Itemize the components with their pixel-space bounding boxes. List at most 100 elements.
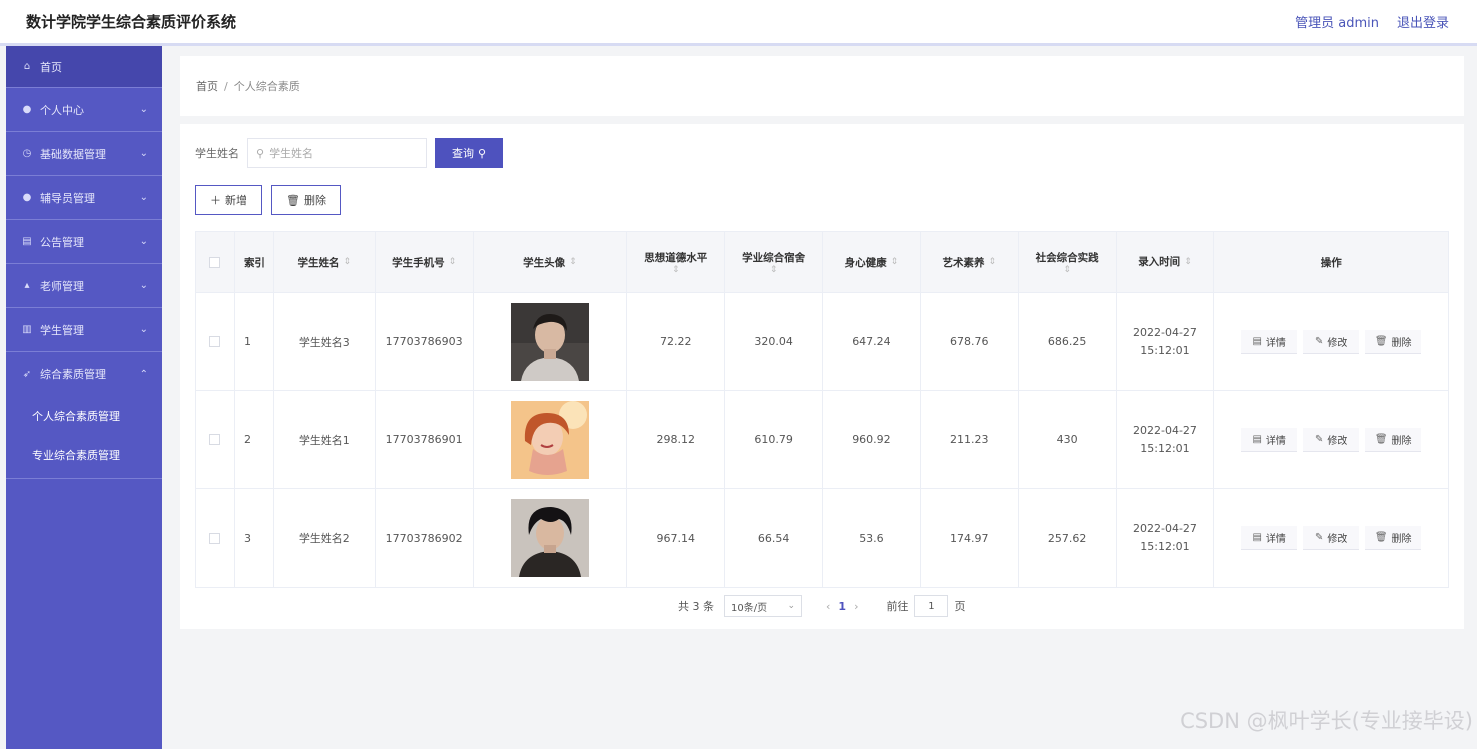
- delete-label: 删除: [1391, 435, 1412, 447]
- sidebar-item-quality[interactable]: ➶ 综合素质管理 ⌃: [6, 352, 162, 396]
- detail-button[interactable]: ▤ 详情: [1241, 329, 1298, 354]
- cell-moral: 72.22: [627, 293, 726, 390]
- sidebar-item-notice[interactable]: ▤ 公告管理 ⌄: [6, 220, 162, 264]
- page-size-select[interactable]: 10条/页 ⌄: [724, 595, 802, 617]
- header-moral[interactable]: 思想道德水平 ⇕: [627, 232, 726, 292]
- sidebar-item-personal-center[interactable]: ● 个人中心 ⌄: [6, 88, 162, 132]
- app-title: 数计学院学生综合素质评价系统: [26, 13, 237, 31]
- data-table: 索引 学生姓名 ⇕ 学生手机号 ⇕ 学生头像 ⇕ 思想道德水平 ⇕ 学业综合宿舍 ⇕ 身心…: [195, 231, 1449, 588]
- cell-health: 53.6: [823, 489, 921, 587]
- cell-avatar: [474, 293, 628, 390]
- toolbar: ＋ 新增 🗑 删除: [195, 185, 341, 215]
- header-name[interactable]: 学生姓名 ⇕: [274, 232, 376, 292]
- batch-delete-button-label: 删除: [303, 194, 326, 207]
- search-input[interactable]: ⚲ 学生姓名: [247, 138, 427, 168]
- sort-icon: ⇕: [769, 264, 778, 275]
- sidebar-item-counselor[interactable]: ● 辅导员管理 ⌄: [6, 176, 162, 220]
- row-select[interactable]: [196, 489, 235, 587]
- select-all-checkbox[interactable]: [209, 256, 221, 268]
- sidebar-item-basic-data[interactable]: ◷ 基础数据管理 ⌄: [6, 132, 162, 176]
- breadcrumb-current: 个人综合素质: [233, 80, 300, 93]
- admin-user-link[interactable]: 管理员 admin: [1295, 12, 1379, 31]
- detail-button[interactable]: ▤ 详情: [1241, 427, 1298, 452]
- edit-icon: ✎: [1315, 335, 1324, 347]
- row-select[interactable]: [196, 391, 235, 488]
- sidebar-item-teacher[interactable]: ▴ 老师管理 ⌄: [6, 264, 162, 308]
- sidebar-subitem-personal-quality[interactable]: 个人综合素质管理: [6, 396, 162, 435]
- cell-phone: 17703786901: [376, 391, 474, 488]
- clock-icon: ◷: [22, 148, 32, 159]
- cell-health: 647.24: [823, 293, 921, 390]
- column-label: 思想道德水平: [644, 251, 708, 264]
- add-button-label: 新增: [225, 194, 247, 207]
- student-avatar-image[interactable]: [510, 499, 589, 577]
- detail-label: 详情: [1265, 534, 1286, 545]
- cell-study: 320.04: [725, 293, 824, 390]
- cell-index: 1: [235, 293, 274, 390]
- batch-delete-button[interactable]: 🗑 删除: [271, 185, 341, 215]
- edit-button[interactable]: ✎ 修改: [1303, 329, 1360, 354]
- row-checkbox[interactable]: [209, 532, 221, 544]
- edit-button[interactable]: ✎ 修改: [1303, 427, 1360, 452]
- sidebar-subitem-major-quality[interactable]: 专业综合素质管理: [6, 435, 162, 474]
- sidebar-item-label: 老师管理: [40, 279, 84, 293]
- column-label: 操作: [1320, 256, 1342, 269]
- cell-ops: ▤ 详情 ✎ 修改 🗑 删除: [1214, 489, 1448, 587]
- column-label: 艺术素养: [942, 256, 985, 269]
- chevron-down-icon: ⌄: [139, 324, 148, 335]
- column-label: 学生头像: [523, 256, 566, 269]
- sidebar-item-student[interactable]: ▥ 学生管理 ⌄: [6, 308, 162, 352]
- cell-social: 430: [1019, 391, 1117, 488]
- sort-icon: ⇕: [890, 257, 899, 267]
- cell-name: 学生姓名1: [274, 391, 376, 488]
- page-number-current[interactable]: 1: [838, 600, 846, 613]
- row-checkbox[interactable]: [209, 434, 221, 445]
- chevron-down-icon: ⌄: [139, 192, 148, 203]
- row-checkbox[interactable]: [209, 336, 221, 347]
- edit-button[interactable]: ✎ 修改: [1303, 526, 1360, 550]
- detail-label: 详情: [1265, 435, 1286, 447]
- header-index: 索引: [235, 232, 274, 292]
- header-social[interactable]: 社会综合实践 ⇕: [1019, 232, 1117, 292]
- header-art[interactable]: 艺术素养 ⇕: [921, 232, 1019, 292]
- pagination: 共 3 条 10条/页 ⌄ ‹ 1 › 前往 1 页: [678, 595, 965, 617]
- logout-link[interactable]: 退出登录: [1397, 12, 1449, 31]
- header-time[interactable]: 录入时间 ⇕: [1117, 232, 1215, 292]
- cell-health: 960.92: [823, 391, 921, 488]
- delete-button[interactable]: 🗑 删除: [1365, 526, 1422, 550]
- search-label: 学生姓名: [195, 147, 239, 160]
- header-phone[interactable]: 学生手机号 ⇕: [376, 232, 474, 292]
- add-button[interactable]: ＋ 新增: [195, 185, 262, 215]
- cell-social: 686.25: [1019, 293, 1117, 390]
- query-button[interactable]: 查询 ⚲: [435, 138, 503, 168]
- sort-icon: ⇕: [1184, 257, 1192, 267]
- header-health[interactable]: 身心健康 ⇕: [823, 232, 921, 292]
- pagination-total: 共 3 条: [678, 600, 714, 613]
- student-avatar-image[interactable]: [510, 400, 589, 479]
- row-select[interactable]: [196, 293, 235, 390]
- header-study[interactable]: 学业综合宿舍 ⇕: [725, 232, 824, 292]
- breadcrumb-home[interactable]: 首页: [196, 78, 218, 94]
- sort-icon: ⇕: [448, 257, 457, 267]
- cell-name: 学生姓名3: [274, 293, 376, 390]
- delete-button[interactable]: 🗑 删除: [1365, 427, 1422, 452]
- sidebar: ⌂ 首页 ● 个人中心 ⌄ ◷ 基础数据管理 ⌄ ● 辅导员管理 ⌄ ▤ 公告管…: [6, 46, 162, 749]
- edit-label: 修改: [1327, 534, 1348, 545]
- user-icon: ●: [22, 104, 32, 115]
- header-avatar[interactable]: 学生头像 ⇕: [474, 232, 628, 292]
- breadcrumb: 首页 / 个人综合素质: [180, 56, 1464, 116]
- search-icon: ⚲: [477, 146, 487, 160]
- sidebar-submenu: 个人综合素质管理 专业综合素质管理: [6, 396, 162, 479]
- detail-button[interactable]: ▤ 详情: [1241, 526, 1298, 550]
- cell-avatar: [474, 391, 628, 488]
- goto-page-input[interactable]: 1: [914, 595, 949, 617]
- chevron-down-icon: ⌄: [139, 148, 148, 159]
- column-label: 索引: [243, 256, 265, 269]
- student-avatar-image[interactable]: [510, 302, 589, 381]
- delete-button[interactable]: 🗑 删除: [1365, 329, 1422, 354]
- sidebar-item-home[interactable]: ⌂ 首页: [6, 46, 162, 88]
- next-page-button[interactable]: ›: [854, 600, 858, 613]
- sort-icon: ⇕: [988, 257, 997, 267]
- prev-page-button[interactable]: ‹: [826, 600, 830, 613]
- header-select-all[interactable]: [196, 232, 235, 292]
